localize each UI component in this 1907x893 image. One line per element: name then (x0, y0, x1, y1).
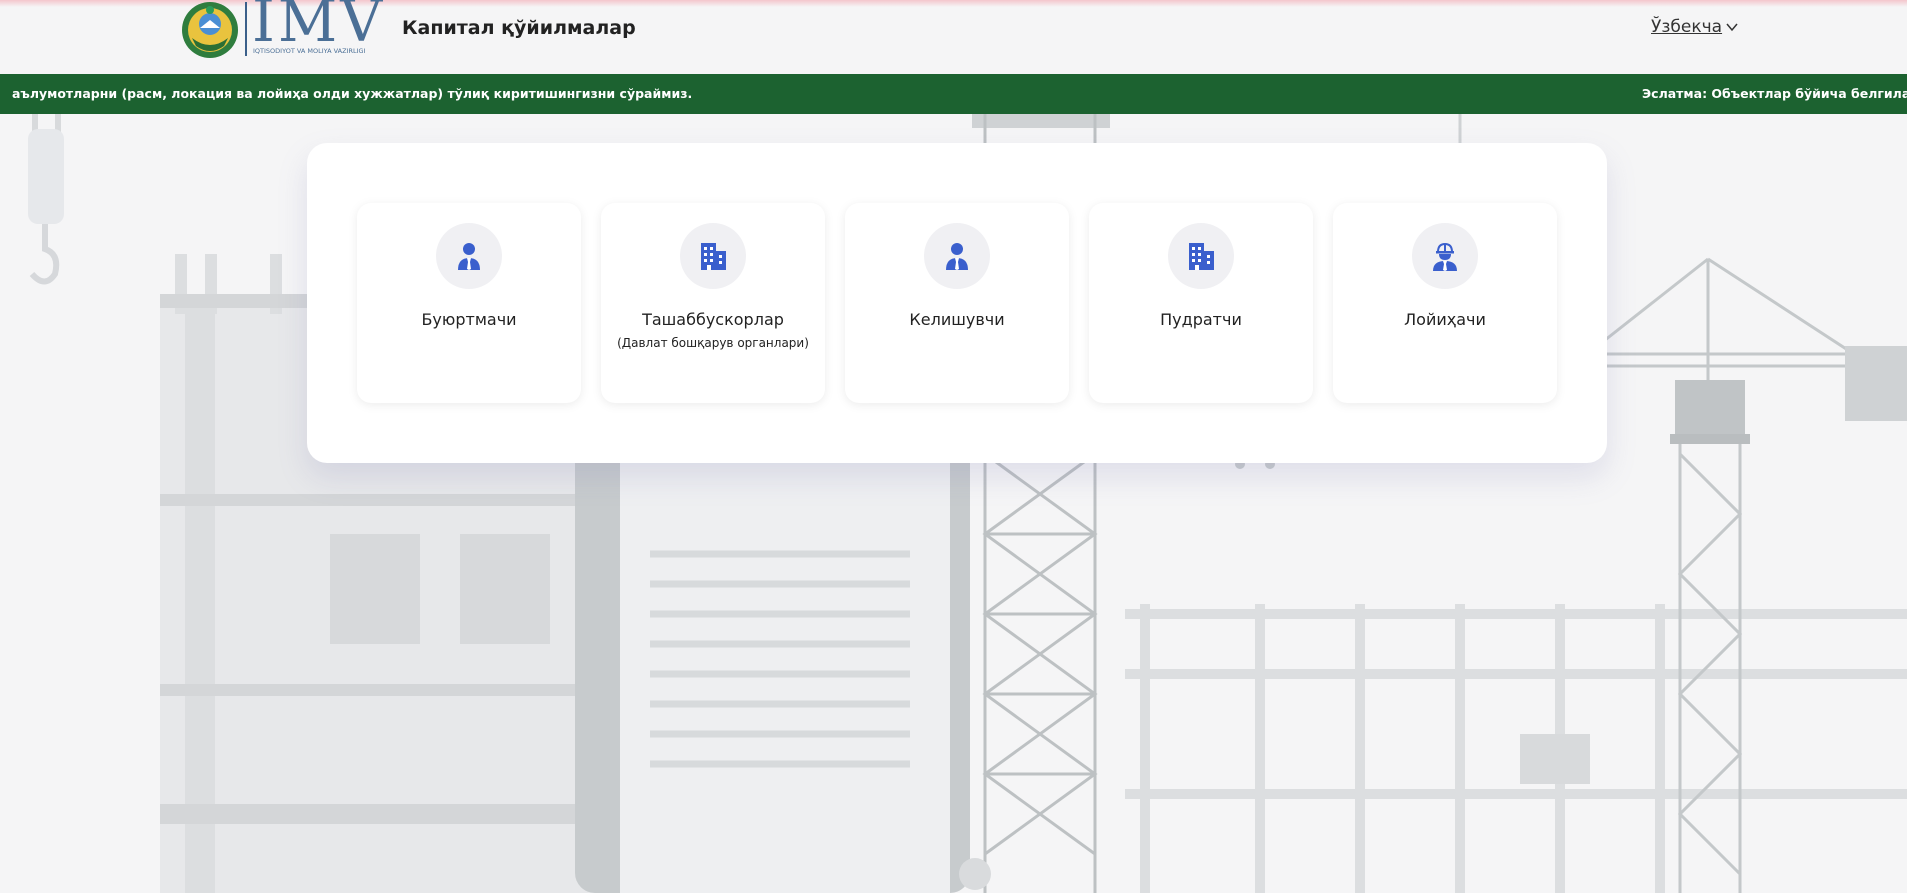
building-icon (701, 243, 726, 270)
ministry-logo[interactable]: IMV IQTISODIYOT VA MOLIYA VAZIRLIGI (180, 0, 385, 60)
logo-divider (245, 2, 247, 56)
role-card-label: Лойиҳачи (1404, 310, 1486, 329)
engineer-helmet-icon (1433, 242, 1457, 271)
role-selection-panel: Буюртмачи Ташаббускорлар (Давлат бошқару… (307, 143, 1607, 463)
icon-circle (1412, 223, 1478, 289)
icon-circle (680, 223, 746, 289)
app-title: Капитал қўйилмалар (402, 17, 636, 39)
user-tie-icon (946, 243, 968, 270)
role-card-customer[interactable]: Буюртмачи (357, 203, 581, 403)
icon-circle (436, 223, 502, 289)
icon-circle (1168, 223, 1234, 289)
language-selector[interactable]: Ўзбекча (1651, 17, 1739, 37)
ticker-text-right: Эслатма: Объектлар бўйича белгиланган м (1642, 86, 1907, 101)
role-card-sublabel: (Давлат бошқарув органлари) (617, 336, 809, 350)
role-card-approver[interactable]: Келишувчи (845, 203, 1069, 403)
role-card-label: Ташаббускорлар (642, 310, 784, 329)
role-card-initiators[interactable]: Ташаббускорлар (Давлат бошқарув органлар… (601, 203, 825, 403)
role-card-label: Буюртмачи (421, 310, 517, 329)
role-card-label: Пудратчи (1160, 310, 1242, 329)
uzbekistan-emblem-icon (182, 2, 238, 58)
logo-text: IMV (252, 0, 386, 55)
chevron-down-icon (1726, 23, 1738, 32)
ticker-text-left: аълумотларни (расм, локация ва лойиҳа ол… (12, 86, 693, 101)
role-card-label: Келишувчи (909, 310, 1005, 329)
building-icon (1189, 243, 1214, 270)
language-label: Ўзбекча (1651, 17, 1723, 37)
announcement-ticker: аълумотларни (расм, локация ва лойиҳа ол… (0, 74, 1907, 114)
role-card-designer[interactable]: Лойиҳачи (1333, 203, 1557, 403)
role-card-contractor[interactable]: Пудратчи (1089, 203, 1313, 403)
icon-circle (924, 223, 990, 289)
user-tie-icon (458, 243, 480, 270)
logo-subtitle: IQTISODIYOT VA MOLIYA VAZIRLIGI (253, 47, 366, 55)
site-header: IMV IQTISODIYOT VA MOLIYA VAZIRLIGI Капи… (0, 0, 1907, 74)
